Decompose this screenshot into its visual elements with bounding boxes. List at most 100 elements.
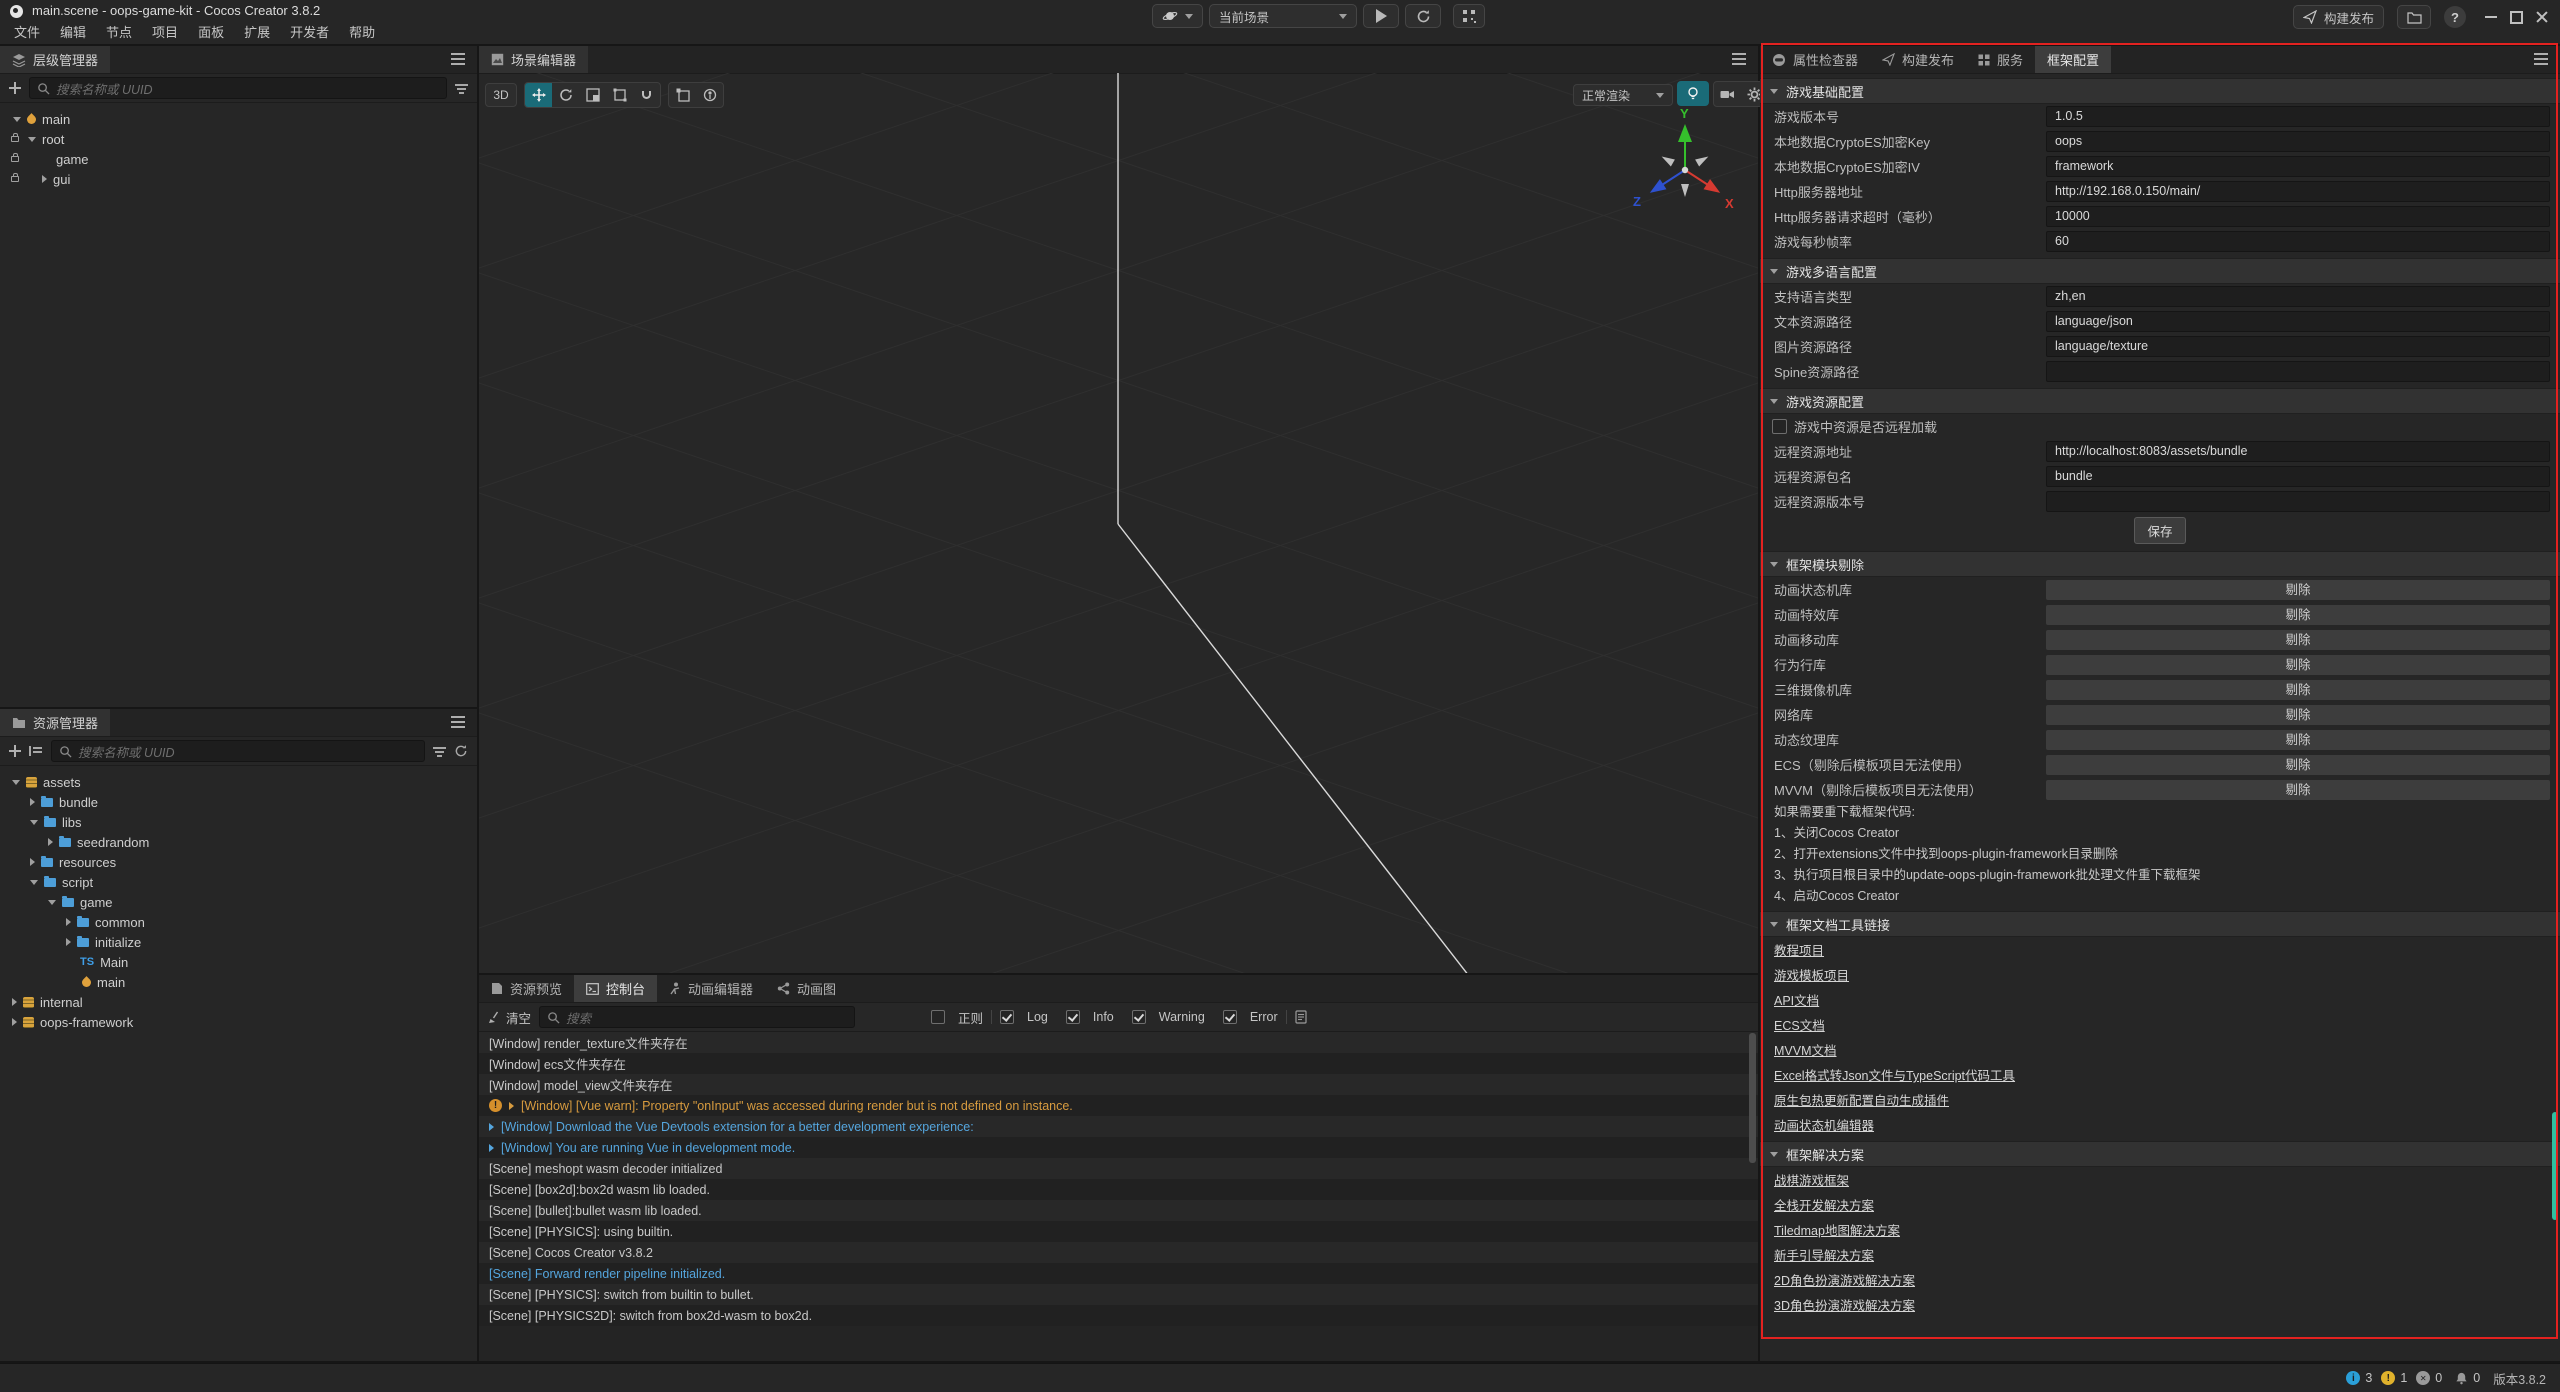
panel-menu-icon[interactable] <box>451 58 465 60</box>
section-language-config[interactable]: 游戏多语言配置 <box>1760 258 2560 284</box>
rotate-tool-button[interactable] <box>552 83 579 107</box>
filter-error-checkbox[interactable] <box>1223 1010 1237 1024</box>
tree-node-initialize[interactable]: initialize <box>0 932 477 952</box>
chevron-right-icon[interactable] <box>30 858 35 866</box>
tree-node-common[interactable]: common <box>0 912 477 932</box>
tree-node-gui[interactable]: gui <box>0 169 477 189</box>
bell-icon[interactable] <box>2455 1371 2468 1385</box>
chevron-right-icon[interactable] <box>12 998 17 1006</box>
tree-node-internal[interactable]: internal <box>0 992 477 1012</box>
clear-console-button[interactable]: 清空 <box>488 1008 531 1027</box>
tab-asset-preview[interactable]: 资源预览 <box>479 975 574 1002</box>
union-tool-button[interactable] <box>633 83 660 107</box>
remove-button[interactable]: 剔除 <box>2046 655 2550 675</box>
collapse-icon[interactable] <box>1770 269 1778 274</box>
assets-search-input[interactable]: 搜索名称或 UUID <box>51 740 425 762</box>
tab-animation-graph[interactable]: 动画图 <box>765 975 848 1002</box>
tree-node-seedrandom[interactable]: seedrandom <box>0 832 477 852</box>
coordinate-tool-button[interactable] <box>696 83 723 107</box>
chevron-down-icon[interactable] <box>48 900 56 905</box>
remove-button[interactable]: 剔除 <box>2046 730 2550 750</box>
tree-node-game-folder[interactable]: game <box>0 892 477 912</box>
chevron-right-icon[interactable] <box>30 798 35 806</box>
game-version-input[interactable]: 1.0.5 <box>2046 106 2550 127</box>
inspector-scrollbar[interactable] <box>2552 1112 2558 1220</box>
section-resource-config[interactable]: 游戏资源配置 <box>1760 388 2560 414</box>
hierarchy-search-input[interactable]: 搜索名称或 UUID <box>29 77 447 99</box>
build-publish-button[interactable]: 构建发布 <box>2293 5 2384 29</box>
fps-input[interactable]: 60 <box>2046 231 2550 252</box>
tab-scene[interactable]: 场景编辑器 <box>479 46 588 73</box>
chevron-down-icon[interactable] <box>30 880 38 885</box>
menu-panel[interactable]: 面板 <box>188 22 234 43</box>
log-row[interactable]: [Window] render_texture文件夹存在 <box>479 1032 1758 1053</box>
tree-node-resources[interactable]: resources <box>0 852 477 872</box>
http-timeout-input[interactable]: 10000 <box>2046 206 2550 227</box>
log-file-icon[interactable] <box>1295 1010 1307 1024</box>
3d-mode-button[interactable]: 3D <box>485 83 517 107</box>
filter-log-checkbox[interactable] <box>1000 1010 1014 1024</box>
qrcode-button[interactable] <box>1453 4 1485 28</box>
move-tool-button[interactable] <box>525 83 552 107</box>
reload-button[interactable] <box>1405 4 1441 28</box>
create-asset-button[interactable] <box>9 745 21 757</box>
lock-icon[interactable] <box>11 136 19 142</box>
scale-tool-button[interactable] <box>579 83 606 107</box>
log-row[interactable]: [Scene] [bullet]:bullet wasm lib loaded. <box>479 1200 1758 1221</box>
collapse-icon[interactable] <box>1770 922 1778 927</box>
menu-file[interactable]: 文件 <box>4 22 50 43</box>
log-row[interactable]: [Scene] [box2d]:box2d wasm lib loaded. <box>479 1179 1758 1200</box>
log-row[interactable]: [Window] ecs文件夹存在 <box>479 1053 1758 1074</box>
tab-hierarchy[interactable]: 层级管理器 <box>0 46 110 73</box>
link-hotupdate-plugin[interactable]: 原生包热更新配置自动生成插件 <box>1774 1090 1949 1109</box>
expand-icon[interactable] <box>489 1144 494 1152</box>
filter-info-checkbox[interactable] <box>1066 1010 1080 1024</box>
menu-edit[interactable]: 编辑 <box>50 22 96 43</box>
tab-assets[interactable]: 资源管理器 <box>0 709 110 736</box>
tab-animation-editor[interactable]: 动画编辑器 <box>657 975 765 1002</box>
remove-button[interactable]: 剔除 <box>2046 680 2550 700</box>
log-row[interactable]: [Scene] [PHYSICS]: using builtin. <box>479 1221 1758 1242</box>
tab-inspector[interactable]: 属性检查器 <box>1760 46 1870 73</box>
tab-services[interactable]: 服务 <box>1966 46 2035 73</box>
link-mvvm-docs[interactable]: MVVM文档 <box>1774 1040 1837 1059</box>
section-solutions[interactable]: 框架解决方案 <box>1760 1141 2560 1167</box>
chevron-right-icon[interactable] <box>66 918 71 926</box>
menu-extension[interactable]: 扩展 <box>234 22 280 43</box>
console-search-input[interactable]: 搜索 <box>539 1006 855 1028</box>
info-status-icon[interactable]: i <box>2346 1371 2360 1385</box>
maximize-button[interactable] <box>2510 11 2523 24</box>
log-row-info[interactable]: [Window] Download the Vue Devtools exten… <box>479 1116 1758 1137</box>
log-row[interactable]: [Window] model_view文件夹存在 <box>479 1074 1758 1095</box>
console-scrollbar[interactable] <box>1749 1033 1756 1163</box>
link-animator-editor[interactable]: 动画状态机编辑器 <box>1774 1115 1874 1134</box>
tree-node-oops-framework[interactable]: oops-framework <box>0 1012 477 1032</box>
camera-icon-button[interactable] <box>1714 82 1741 106</box>
scene-viewport[interactable] <box>479 73 1758 973</box>
spine-path-input[interactable] <box>2046 361 2550 382</box>
save-button[interactable]: 保存 <box>2134 517 2185 544</box>
link-tiledmap[interactable]: Tiledmap地图解决方案 <box>1774 1220 1900 1239</box>
tree-node-libs[interactable]: libs <box>0 812 477 832</box>
chevron-right-icon[interactable] <box>42 175 47 183</box>
minimize-button[interactable] <box>2485 16 2497 18</box>
link-api-docs[interactable]: API文档 <box>1774 990 1819 1009</box>
log-row[interactable]: [Scene] [PHYSICS]: switch from builtin t… <box>479 1284 1758 1305</box>
remove-button[interactable]: 剔除 <box>2046 755 2550 775</box>
tree-node-bundle[interactable]: bundle <box>0 792 477 812</box>
tab-build-publish[interactable]: 构建发布 <box>1870 46 1966 73</box>
text-path-input[interactable]: language/json <box>2046 311 2550 332</box>
remote-load-checkbox[interactable] <box>1772 419 1787 434</box>
play-button[interactable] <box>1363 4 1399 28</box>
log-row-warning[interactable]: ![Window] [Vue warn]: Property "onInput"… <box>479 1095 1758 1116</box>
tree-node-game[interactable]: game <box>0 149 477 169</box>
remote-bundle-input[interactable]: bundle <box>2046 466 2550 487</box>
panel-menu-icon[interactable] <box>1732 58 1746 60</box>
link-2d-rpg[interactable]: 2D角色扮演游戏解决方案 <box>1774 1270 1915 1289</box>
collapse-icon[interactable] <box>1770 89 1778 94</box>
chevron-down-icon[interactable] <box>12 780 20 785</box>
crypto-key-input[interactable]: oops <box>2046 131 2550 152</box>
link-war-chess[interactable]: 战棋游戏框架 <box>1774 1170 1849 1189</box>
log-row-info[interactable]: [Scene] Forward render pipeline initiali… <box>479 1263 1758 1284</box>
link-ecs-docs[interactable]: ECS文档 <box>1774 1015 1825 1034</box>
